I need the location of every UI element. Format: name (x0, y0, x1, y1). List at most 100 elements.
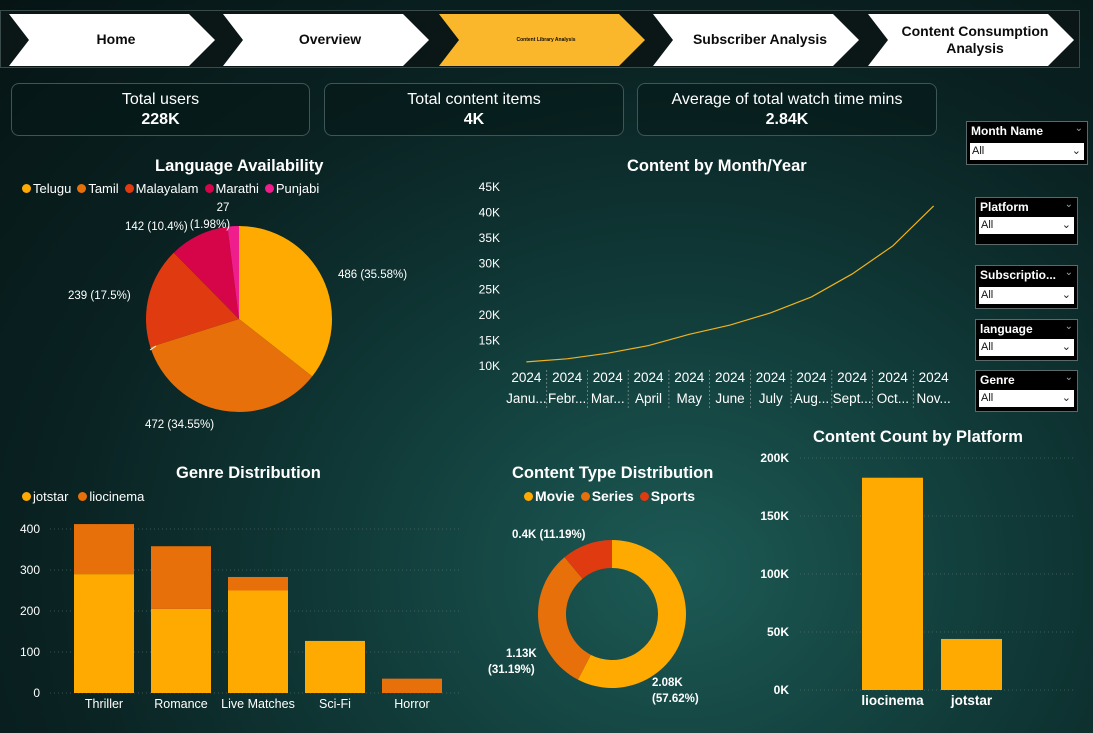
slicer-dropdown[interactable]: All ⌄ (979, 217, 1074, 234)
slicer-dropdown[interactable]: All ⌄ (979, 287, 1074, 304)
slicer-label: Genre (980, 373, 1015, 387)
slicer-subscription[interactable]: Subscriptio... ⌄ All ⌄ (975, 265, 1078, 309)
x-tick-year: 2024 (796, 370, 827, 385)
y-tick-label: 30K (479, 257, 500, 271)
y-tick-label: 0K (774, 683, 790, 697)
slicer-value: All (981, 219, 994, 231)
x-tick-month: Mar... (591, 391, 625, 406)
bar-jotstar (74, 574, 134, 693)
slicer-genre[interactable]: Genre ⌄ All ⌄ (975, 370, 1078, 412)
x-tick-month: Febr... (548, 391, 586, 406)
nav-tab-consumption[interactable]: Content Consumption Analysis (868, 14, 1074, 66)
type-donut-chart: 2.08K (57.62%) 1.13K (31.19%) 0.4K (11.19%) (488, 529, 699, 705)
platform-bar (941, 638, 1002, 690)
y-tick-label: 150K (760, 509, 789, 523)
legend-dot (22, 492, 31, 501)
y-tick-label: 35K (479, 231, 500, 245)
y-tick-label: 100K (760, 567, 789, 581)
platform-bar (862, 477, 923, 690)
chevron-down-icon: ⌄ (1061, 219, 1071, 231)
nav-tab-subscriber[interactable]: Subscriber Analysis (653, 14, 859, 66)
nav-tab-label: Content Consumption Analysis (901, 22, 1049, 57)
x-tick-year: 2024 (634, 370, 665, 385)
y-tick-label: 45K (479, 180, 500, 194)
chevron-down-icon: ⌄ (1061, 341, 1071, 353)
x-tick-month: April (635, 391, 662, 406)
chevron-down-icon[interactable]: ⌄ (1065, 199, 1073, 210)
chevron-down-icon[interactable]: ⌄ (1065, 321, 1073, 332)
x-tick-label: jotstar (950, 693, 993, 708)
y-tick-label: 100 (20, 645, 40, 659)
x-tick-month: June (715, 391, 744, 406)
legend-item[interactable]: Sports (639, 488, 696, 504)
bar-liocinema (382, 678, 442, 693)
chevron-down-icon[interactable]: ⌄ (1065, 372, 1073, 383)
slicer-dropdown[interactable]: All ⌄ (979, 390, 1074, 407)
pie-data-label: 142 (10.4%) (125, 221, 188, 233)
donut-data-label: (31.19%) (488, 664, 535, 676)
x-tick-label: Horror (394, 697, 429, 711)
platform-bar-chart: 0K 50K 100K 150K 200K liocinema jotstar (760, 451, 1076, 708)
x-tick-year: 2024 (756, 370, 787, 385)
genre-bar-chart: 0 100 200 300 400 Thriller Romance Live Matches… (20, 522, 460, 711)
x-tick-year: 2024 (837, 370, 868, 385)
x-tick-year: 2024 (878, 370, 909, 385)
legend-dot (639, 491, 649, 501)
pie-data-label: 486 (35.58%) (338, 269, 407, 281)
slicer-dropdown[interactable]: All ⌄ (970, 143, 1084, 160)
series-line (526, 205, 935, 363)
pie-data-label: 472 (34.55%) (145, 419, 214, 431)
x-tick-month: Oct... (877, 391, 909, 406)
bar-liocinema (228, 576, 288, 591)
donut-data-label: 0.4K (11.19%) (512, 529, 586, 541)
legend-label: Series (591, 488, 634, 504)
type-legend: Movie Series Sports (524, 488, 695, 504)
bar-liocinema (151, 546, 211, 609)
bar-liocinema (74, 524, 134, 575)
pie-data-label: 27 (217, 202, 230, 214)
x-tick-month: Sept... (833, 391, 872, 406)
y-tick-label: 200K (760, 451, 789, 465)
chevron-down-icon[interactable]: ⌄ (1065, 267, 1073, 278)
legend-item[interactable]: Movie (524, 488, 575, 504)
x-tick-label: Romance (154, 697, 208, 711)
chevron-down-icon: ⌄ (1061, 392, 1071, 404)
slicer-month-name[interactable]: Month Name ⌄ All ⌄ (966, 121, 1088, 165)
legend-label: Sports (650, 488, 696, 504)
x-tick-year: 2024 (552, 370, 583, 385)
legend-item[interactable]: liocinema (78, 489, 144, 504)
slicer-label: language (980, 322, 1033, 336)
slicer-dropdown[interactable]: All ⌄ (979, 339, 1074, 356)
kpi-title: Average of total watch time mins (671, 91, 903, 108)
x-tick-year: 2024 (715, 370, 746, 385)
slicer-platform[interactable]: Platform ⌄ All ⌄ (975, 197, 1078, 245)
chevron-down-icon: ⌄ (1071, 145, 1081, 157)
slicer-label: Month Name (971, 124, 1043, 138)
chevron-down-icon[interactable]: ⌄ (1075, 123, 1083, 134)
bar-jotstar (228, 590, 288, 693)
y-tick-label: 25K (479, 282, 500, 296)
legend-label: jotstar (33, 489, 69, 504)
x-tick-month: Nov... (917, 391, 951, 406)
kpi-avg-watch-time: Average of total watch time mins 2.84K (637, 83, 937, 136)
legend-dot (580, 491, 590, 501)
x-tick-year: 2024 (511, 370, 542, 385)
donut-data-label: 1.13K (506, 648, 537, 660)
y-tick-label: 50K (767, 625, 789, 639)
slicer-language[interactable]: language ⌄ All ⌄ (975, 319, 1078, 361)
x-tick-label: Thriller (85, 697, 123, 711)
x-tick-year: 2024 (919, 370, 950, 385)
x-tick-label: Live Matches (221, 697, 295, 711)
slicer-value: All (972, 145, 985, 157)
nav-tab-label: Subscriber Analysis (692, 31, 828, 48)
genre-legend: jotstar liocinema (22, 489, 144, 504)
type-chart-title: Content Type Distribution (512, 464, 714, 482)
donut-data-label: (57.62%) (652, 693, 699, 705)
legend-item[interactable]: Series (580, 488, 634, 504)
donut-data-label: 2.08K (652, 677, 683, 689)
legend-item[interactable]: jotstar (22, 489, 68, 504)
x-tick-month: May (677, 391, 703, 406)
x-tick-month: July (759, 391, 783, 406)
slicer-value: All (981, 392, 994, 404)
legend-dot (78, 492, 88, 501)
